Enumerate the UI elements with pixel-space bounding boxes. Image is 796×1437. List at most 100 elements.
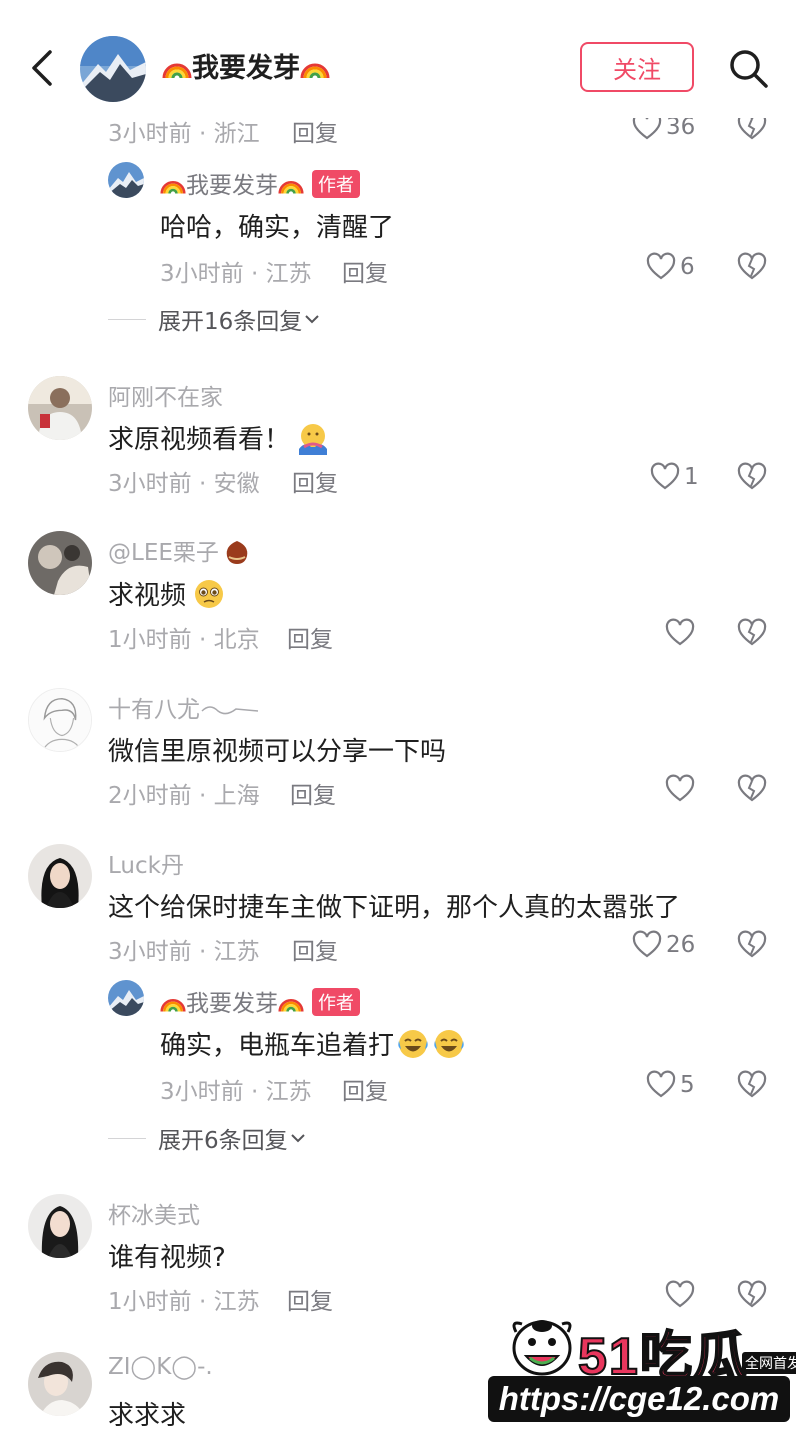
chestnut-emoji-icon <box>223 538 251 566</box>
commenter-name[interactable]: @LEE栗子 <box>108 533 251 567</box>
comment-text: 求求求 <box>108 1401 187 1431</box>
dislike-button[interactable] <box>737 1070 767 1104</box>
dislike-button[interactable] <box>737 618 767 652</box>
dislike-button[interactable] <box>737 252 767 286</box>
reply-button[interactable]: 回复 <box>292 932 338 966</box>
divider <box>108 1137 146 1139</box>
like-count: 5 <box>680 1072 695 1098</box>
dislike-button[interactable] <box>737 462 767 496</box>
reply-button[interactable]: 回复 <box>342 254 388 288</box>
comment-text: 求视频 <box>108 575 226 612</box>
watermark-tag: 全网首发 <box>742 1352 796 1374</box>
comment-time-location: 3小时前 · 安徽 <box>108 471 260 497</box>
watermark: 51吃瓜 全网首发 https://cge12.com <box>488 1312 796 1430</box>
like-count: 1 <box>684 464 699 490</box>
reply-avatar[interactable] <box>108 162 144 198</box>
like-button[interactable]: 5 <box>646 1070 695 1100</box>
commenter-avatar[interactable] <box>28 1194 92 1258</box>
laughing-crying-emoji-icon <box>432 1027 466 1061</box>
commenter-avatar[interactable] <box>28 531 92 595</box>
like-button[interactable] <box>665 1280 695 1310</box>
comment-text: 微信里原视频可以分享一下吗 <box>108 737 447 767</box>
comment-time-location: 3小时前 · 江苏 <box>108 939 260 965</box>
chevron-down-icon <box>290 1134 305 1143</box>
broken-heart-icon <box>737 1070 767 1098</box>
author-name: 我要发芽 <box>192 53 300 84</box>
commenter-name-text: 十有八尤 <box>108 697 200 723</box>
commenter-name[interactable]: Luck丹 <box>108 846 184 880</box>
back-arrow-icon[interactable] <box>28 48 58 88</box>
rainbow-emoji-icon <box>300 52 330 82</box>
like-button[interactable] <box>665 618 695 648</box>
reply-button[interactable]: 回复 <box>287 1282 333 1316</box>
author-badge: 作者 <box>312 988 360 1016</box>
broken-heart-icon <box>737 1280 767 1308</box>
broken-heart-icon <box>737 930 767 958</box>
comment-text: 谁有视频? <box>108 1243 226 1273</box>
commenter-avatar[interactable] <box>28 376 92 440</box>
reply-author-name: 我要发芽 <box>186 173 278 199</box>
comment-text: 这个给保时捷车主做下证明，那个人真的太嚣张了 <box>108 893 681 923</box>
rainbow-emoji-icon <box>160 171 186 197</box>
comment-text-body: 求原视频看看！ <box>108 425 291 455</box>
expand-replies[interactable]: 展开16条回复 <box>108 302 322 336</box>
expand-replies[interactable]: 展开6条回复 <box>108 1121 308 1155</box>
comment-time-location: 1小时前 · 江苏 <box>108 1289 260 1315</box>
commenter-name[interactable]: 阿刚不在家 <box>108 378 223 412</box>
heart-icon <box>632 930 662 958</box>
reply-author-name: 我要发芽 <box>186 991 278 1017</box>
like-button[interactable]: 6 <box>646 252 695 282</box>
author-avatar[interactable] <box>80 36 146 102</box>
heart-icon <box>646 252 676 280</box>
reply-author: 我要发芽 作者 <box>160 984 360 1018</box>
reply-button[interactable]: 回复 <box>292 464 338 498</box>
comment-text-body: 求视频 <box>108 581 187 611</box>
reply-time-location: 3小时前 · 江苏 <box>160 261 312 287</box>
expand-label: 展开6条回复 <box>158 1128 288 1154</box>
like-button[interactable]: 1 <box>650 462 699 492</box>
comment-time-location: 2小时前 · 上海 <box>108 783 260 809</box>
reply-button[interactable]: 回复 <box>287 620 333 654</box>
reply-text: 确实，电瓶车追着打 <box>160 1025 466 1062</box>
dislike-button[interactable] <box>737 1280 767 1314</box>
chevron-down-icon <box>305 315 319 324</box>
broken-heart-icon <box>737 252 767 280</box>
author-badge: 作者 <box>312 170 360 198</box>
like-button[interactable] <box>665 774 695 804</box>
top-bar: 我要发芽 关注 <box>0 0 796 118</box>
heart-icon <box>650 462 680 490</box>
reply-text: 哈哈，确实，清醒了 <box>160 213 395 243</box>
reply-text-body: 确实，电瓶车追着打 <box>160 1031 395 1061</box>
commenter-name[interactable]: 杯冰美式 <box>108 1196 200 1230</box>
reply-avatar[interactable] <box>108 980 144 1016</box>
commenter-name[interactable]: ZI◯K◯-. <box>108 1354 213 1380</box>
like-button[interactable]: 26 <box>632 930 695 960</box>
pleading-emoji-icon <box>192 577 226 611</box>
rainbow-emoji-icon <box>278 989 304 1015</box>
follow-button[interactable]: 关注 <box>580 42 694 92</box>
reply-button[interactable]: 回复 <box>292 114 338 148</box>
rainbow-emoji-icon <box>160 989 186 1015</box>
broken-heart-icon <box>737 462 767 490</box>
author-title: 我要发芽 <box>162 46 330 85</box>
watermark-url: https://cge12.com <box>488 1376 790 1422</box>
reply-button[interactable]: 回复 <box>342 1072 388 1106</box>
comment-text: 求原视频看看！ <box>108 419 330 456</box>
cow-mascot-icon <box>506 1312 578 1382</box>
commenter-name[interactable]: 十有八尤 <box>108 690 260 724</box>
commenter-avatar[interactable] <box>28 688 92 752</box>
broken-heart-icon <box>737 618 767 646</box>
rainbow-emoji-icon <box>162 52 192 82</box>
commenter-avatar[interactable] <box>28 1352 92 1416</box>
commenter-avatar[interactable] <box>28 844 92 908</box>
dislike-button[interactable] <box>737 774 767 808</box>
heart-icon <box>665 618 695 646</box>
reply-button[interactable]: 回复 <box>290 776 336 810</box>
search-icon[interactable] <box>726 46 770 90</box>
commenter-name-text: @LEE栗子 <box>108 540 219 566</box>
rainbow-emoji-icon <box>278 171 304 197</box>
heart-icon <box>646 1070 676 1098</box>
reply-time-location: 3小时前 · 江苏 <box>160 1079 312 1105</box>
like-count: 26 <box>666 932 696 958</box>
dislike-button[interactable] <box>737 930 767 964</box>
